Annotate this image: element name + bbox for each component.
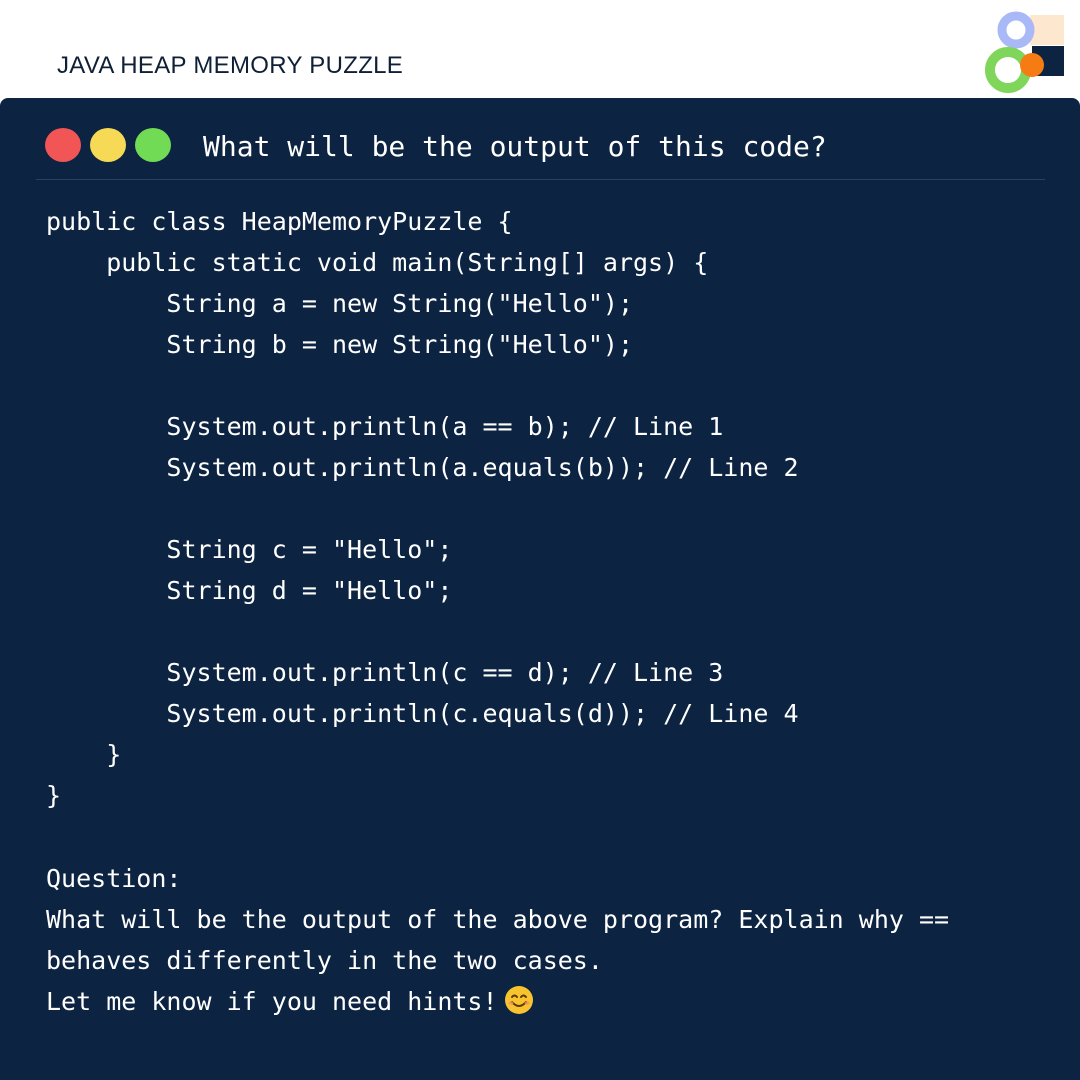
maximize-dot[interactable]	[135, 128, 171, 162]
code-line: }	[46, 740, 122, 769]
brand-logo-icon	[985, 11, 1064, 93]
code-line: public class HeapMemoryPuzzle {	[46, 207, 513, 236]
code-line: System.out.println(c == d); // Line 3	[46, 658, 724, 687]
code-line: System.out.println(a.equals(b)); // Line…	[46, 453, 799, 482]
question-text: behaves differently in the two cases.	[46, 946, 603, 975]
code-line: System.out.println(c.equals(d)); // Line…	[46, 699, 799, 728]
code-line: public static void main(String[] args) {	[46, 248, 709, 277]
question-text: What will be the output of the above pro…	[46, 905, 950, 934]
code-line: String c = "Hello";	[46, 535, 453, 564]
code-line: String d = "Hello";	[46, 576, 453, 605]
hint-text: Let me know if you need hints!	[46, 987, 498, 1016]
code-line: String b = new String("Hello");	[46, 330, 633, 359]
close-dot[interactable]	[45, 128, 81, 162]
window-title: What will be the output of this code?	[203, 130, 827, 163]
question-heading: Question:	[46, 864, 182, 893]
title-divider	[36, 179, 1045, 180]
question-hint-line: Let me know if you need hints!	[46, 981, 949, 1022]
code-block: public class HeapMemoryPuzzle { public s…	[46, 201, 799, 816]
minimize-dot[interactable]	[90, 128, 126, 162]
code-line: String a = new String("Hello");	[46, 289, 633, 318]
question-block: Question: What will be the output of the…	[46, 858, 949, 1022]
code-line: System.out.println(a == b); // Line 1	[46, 412, 724, 441]
code-line: }	[46, 781, 62, 810]
page-title: JAVA HEAP MEMORY PUZZLE	[57, 52, 404, 79]
smiling-face-emoji-icon	[504, 986, 533, 1014]
